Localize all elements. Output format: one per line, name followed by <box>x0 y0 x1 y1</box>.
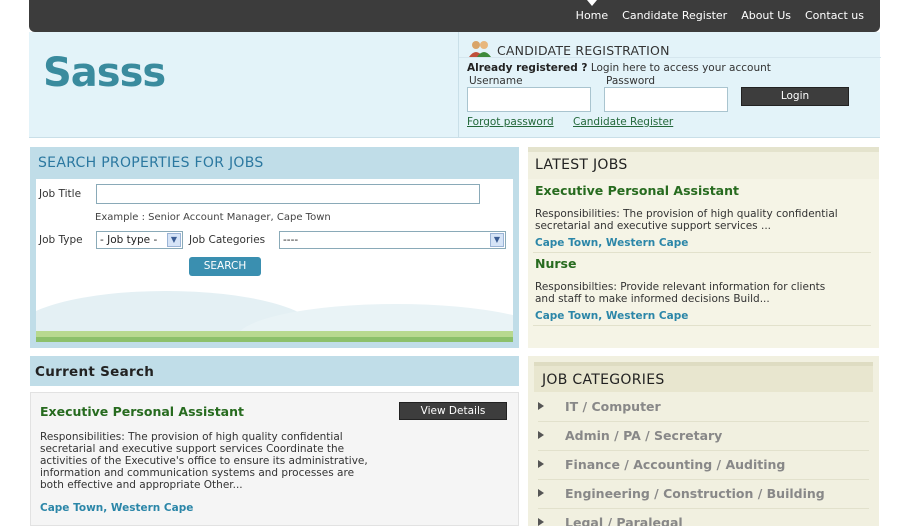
nav-about-us[interactable]: About Us <box>741 9 791 22</box>
already-registered-bold: Already registered ? <box>467 62 588 74</box>
header: Sasss CANDIDATE REGISTRATION Already reg… <box>29 32 881 138</box>
job-type-value: - Job type - <box>100 234 158 246</box>
search-title: SEARCH PROPERTIES FOR JOBS <box>38 155 264 171</box>
job-title-input[interactable] <box>96 184 480 204</box>
result-desc-line: activities of the Executive's office to … <box>40 455 368 467</box>
latest-job-desc-line: and staff to make informed decisions Bui… <box>535 293 770 305</box>
result-job-title[interactable]: Executive Personal Assistant <box>40 404 244 419</box>
result-description: Responsibilities: The provision of high … <box>40 431 395 491</box>
result-desc-line: Responsibilities: The provision of high … <box>40 431 343 443</box>
current-search-header: Current Search <box>30 356 519 386</box>
job-type-select[interactable]: - Job type - ▼ <box>96 231 183 249</box>
nav-candidate-register[interactable]: Candidate Register <box>622 9 727 22</box>
result-location[interactable]: Cape Town, Western Cape <box>40 502 193 514</box>
password-label: Password <box>606 75 656 87</box>
top-nav: Home Candidate Register About Us Contact… <box>29 0 880 32</box>
login-button[interactable]: Login <box>741 87 849 106</box>
latest-jobs-list: Executive Personal Assistant Responsibil… <box>528 179 879 348</box>
result-desc-line: information and communication systems an… <box>40 467 355 479</box>
password-input[interactable] <box>604 87 728 112</box>
latest-jobs-panel: LATEST JOBS Executive Personal Assistant… <box>528 147 879 348</box>
job-title-label: Job Title <box>39 188 82 200</box>
divider <box>533 325 871 326</box>
job-categories-title: JOB CATEGORIES <box>542 372 665 388</box>
site-logo[interactable]: Sasss <box>43 50 166 96</box>
job-categories-label: Job Categories <box>189 234 266 246</box>
divider <box>533 252 871 253</box>
forgot-password-link[interactable]: Forgot password <box>467 116 554 128</box>
search-result-item: Executive Personal Assistant View Detail… <box>30 392 519 526</box>
search-panel: SEARCH PROPERTIES FOR JOBS Job Title Exa… <box>30 147 519 348</box>
search-form: Job Title Example : Senior Account Manag… <box>36 179 513 342</box>
divider <box>459 57 881 58</box>
category-item-admin[interactable]: Admin / PA / Secretary <box>538 423 869 451</box>
category-item-engineering[interactable]: Engineering / Construction / Building <box>538 481 869 509</box>
username-label: Username <box>469 75 523 87</box>
job-categories-value: ---- <box>283 234 299 246</box>
category-label: Admin / PA / Secretary <box>565 428 723 443</box>
latest-jobs-title: LATEST JOBS <box>535 157 628 173</box>
latest-job-title[interactable]: Executive Personal Assistant <box>535 183 739 198</box>
current-search-title: Current Search <box>35 364 155 380</box>
already-registered-text: Already registered ? Login here to acces… <box>467 62 771 74</box>
triangle-right-icon <box>538 489 544 497</box>
view-details-button[interactable]: View Details <box>399 402 507 420</box>
latest-job-desc-line: Responsibilties: Provide relevant inform… <box>535 281 826 293</box>
category-label: Engineering / Construction / Building <box>565 486 825 501</box>
job-categories-header: JOB CATEGORIES <box>534 362 873 392</box>
category-label: Legal / Paralegal <box>565 515 683 526</box>
category-item-legal[interactable]: Legal / Paralegal <box>538 510 869 526</box>
latest-job-location[interactable]: Cape Town, Western Cape <box>535 310 688 322</box>
job-title-example: Example : Senior Account Manager, Cape T… <box>95 212 331 223</box>
decorative-grass <box>36 337 513 342</box>
triangle-right-icon <box>538 460 544 468</box>
chevron-down-icon: ▼ <box>490 233 504 247</box>
chevron-down-icon: ▼ <box>167 233 181 247</box>
latest-job-location[interactable]: Cape Town, Western Cape <box>535 237 688 249</box>
result-desc-line: both effective and appropriate Other... <box>40 479 243 491</box>
nav-home[interactable]: Home <box>576 0 608 22</box>
username-input[interactable] <box>467 87 591 112</box>
triangle-right-icon <box>538 518 544 526</box>
category-label: Finance / Accounting / Auditing <box>565 457 786 472</box>
latest-job-title[interactable]: Nurse <box>535 256 576 271</box>
job-categories-select[interactable]: ---- ▼ <box>279 231 506 249</box>
search-button[interactable]: SEARCH <box>189 257 261 276</box>
job-type-label: Job Type <box>39 234 83 246</box>
triangle-right-icon <box>538 431 544 439</box>
triangle-right-icon <box>538 402 544 410</box>
candidate-registration-box: CANDIDATE REGISTRATION Already registere… <box>458 32 881 138</box>
category-item-finance[interactable]: Finance / Accounting / Auditing <box>538 452 869 480</box>
category-item-it-computer[interactable]: IT / Computer <box>538 394 869 422</box>
category-label: IT / Computer <box>565 399 661 414</box>
already-registered-note: Login here to access your account <box>587 62 771 74</box>
latest-job-desc-line: secretarial and executive support servic… <box>535 220 771 232</box>
registration-title-text: CANDIDATE REGISTRATION <box>497 43 670 58</box>
candidate-register-link[interactable]: Candidate Register <box>573 116 673 128</box>
latest-job-desc-line: Responsibilities: The provision of high … <box>535 208 838 220</box>
nav-contact-us[interactable]: Contact us <box>805 9 864 22</box>
job-categories-panel: JOB CATEGORIES IT / Computer Admin / PA … <box>528 356 879 526</box>
result-desc-line: secretarial and executive support servic… <box>40 443 345 455</box>
current-search-panel: Current Search Executive Personal Assist… <box>30 356 519 526</box>
